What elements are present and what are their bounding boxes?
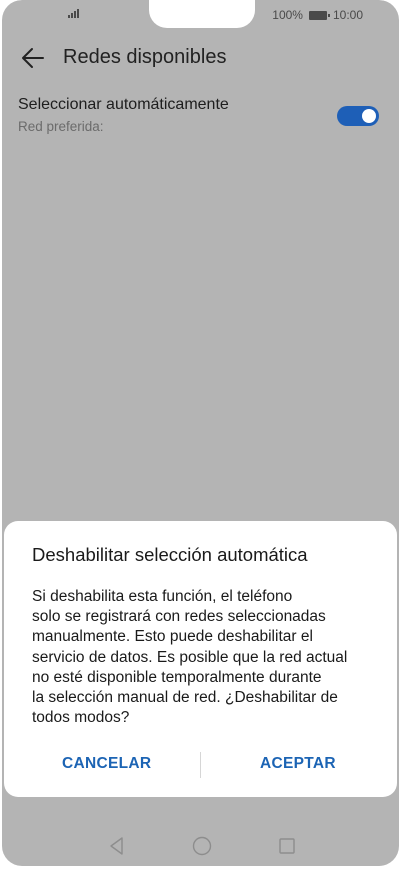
dialog-message-line: servicio de datos. Es posible que la red… xyxy=(32,648,348,666)
accept-button[interactable]: ACEPTAR xyxy=(260,755,336,773)
disable-auto-select-dialog: Deshabilitar selección automática Si des… xyxy=(4,521,397,797)
toggle-knob xyxy=(362,109,376,123)
nav-home-icon[interactable] xyxy=(191,835,213,857)
nav-back-icon[interactable] xyxy=(106,835,128,857)
dialog-title: Deshabilitar selección automática xyxy=(32,544,308,565)
status-right: 100% 10:00 xyxy=(272,8,363,22)
clock: 10:00 xyxy=(332,8,363,22)
dialog-message-line: manualmente. Esto puede deshabilitar el xyxy=(32,628,313,646)
dialog-message-line: todos modos? xyxy=(32,709,130,727)
dialog-message-line: Si deshabilita esta función, el teléfono xyxy=(32,588,293,605)
cancel-button[interactable]: CANCELAR xyxy=(62,755,151,773)
camera-notch xyxy=(149,0,255,28)
dialog-message-line: solo se registrará con redes seleccionad… xyxy=(32,608,326,626)
signal-icon xyxy=(68,9,79,18)
auto-select-toggle[interactable] xyxy=(337,106,379,126)
nav-recent-icon[interactable] xyxy=(276,835,298,857)
page-title: Redes disponibles xyxy=(63,46,227,68)
battery-icon xyxy=(308,10,330,20)
app-bar: Redes disponibles xyxy=(2,36,399,80)
battery-percent: 100% xyxy=(272,8,303,22)
arrow-left-icon[interactable] xyxy=(20,45,46,71)
button-divider xyxy=(200,752,201,778)
navigation-bar xyxy=(2,826,399,866)
status-bar: 100% 10:00 xyxy=(2,0,399,32)
dialog-message-line: no esté disponible temporalmente durante xyxy=(32,668,322,686)
auto-select-setting[interactable]: Seleccionar automáticamente Red preferid… xyxy=(18,96,383,140)
setting-subtitle: Red preferida: xyxy=(18,119,104,134)
dialog-message: Si deshabilita esta función, el teléfono… xyxy=(32,587,377,728)
dialog-message-line: la selección manual de red. ¿Deshabilita… xyxy=(32,689,338,707)
phone-frame: 100% 10:00 Redes disponibles Seleccionar… xyxy=(0,0,401,870)
setting-title: Seleccionar automáticamente xyxy=(18,96,229,113)
